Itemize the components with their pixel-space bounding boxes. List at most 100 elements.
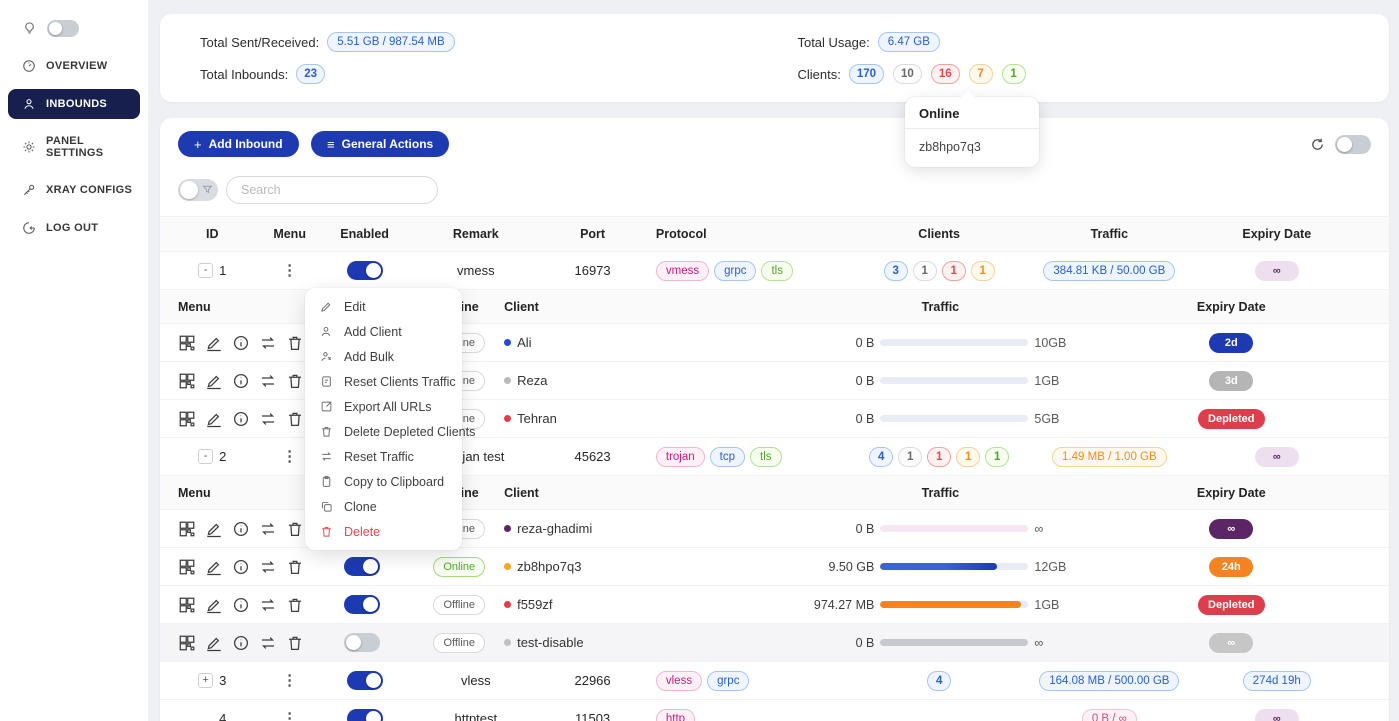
menu-item-export-all-urls[interactable]: Export All URLs xyxy=(305,394,462,419)
client-count-badge: 1 xyxy=(913,261,937,281)
client-row: Offline test-disable 0 B∞ ∞ xyxy=(160,624,1389,662)
edit-client-icon[interactable] xyxy=(205,334,223,352)
client-count-badge: 1 xyxy=(898,447,922,467)
clients-label: Clients: xyxy=(797,67,840,82)
delete-client-icon[interactable] xyxy=(286,520,304,538)
clients-deactive-badge[interactable]: 10 xyxy=(893,64,922,84)
qrcode-icon[interactable] xyxy=(178,634,196,652)
menu-item-add-bulk[interactable]: Add Bulk xyxy=(305,344,462,369)
reset-client-traffic-icon[interactable] xyxy=(259,410,277,428)
client-enabled-toggle[interactable] xyxy=(344,557,380,576)
delete-client-icon[interactable] xyxy=(286,334,304,352)
person-bulk-icon xyxy=(320,350,333,363)
delete-client-icon[interactable] xyxy=(286,372,304,390)
row-menu-button[interactable]: ⋮ xyxy=(282,449,297,464)
col-expiry: Expiry Date xyxy=(1205,227,1389,241)
info-icon[interactable] xyxy=(232,596,250,614)
general-actions-button[interactable]: ≡ General Actions xyxy=(311,131,449,157)
sidebar-item-panel-settings[interactable]: PANEL SETTINGS xyxy=(8,127,140,167)
qrcode-icon[interactable] xyxy=(178,558,196,576)
sidebar-item-xray-configs[interactable]: XRAY CONFIGS xyxy=(8,175,140,205)
row-menu-button[interactable]: ⋮ xyxy=(282,263,297,278)
qrcode-icon[interactable] xyxy=(178,410,196,428)
edit-client-icon[interactable] xyxy=(205,634,223,652)
edit-client-icon[interactable] xyxy=(205,558,223,576)
menu-item-delete-depleted-clients[interactable]: Delete Depleted Clients xyxy=(305,419,462,444)
col-remark: Remark xyxy=(414,227,537,241)
delete-client-icon[interactable] xyxy=(286,596,304,614)
clients-depleted-badge[interactable]: 16 xyxy=(931,64,960,84)
clients-expiring-badge[interactable]: 7 xyxy=(969,64,993,84)
edit-client-icon[interactable] xyxy=(205,372,223,390)
menu-item-edit[interactable]: Edit xyxy=(305,294,462,319)
info-icon[interactable] xyxy=(232,410,250,428)
client-dot xyxy=(504,563,511,570)
clients-total-badge[interactable]: 170 xyxy=(849,64,884,84)
client-dot xyxy=(504,601,511,608)
collapse-button[interactable]: - xyxy=(198,449,213,464)
online-popover: Online zb8hpo7q3 xyxy=(905,97,1039,167)
reset-client-traffic-icon[interactable] xyxy=(259,558,277,576)
reset-client-traffic-icon[interactable] xyxy=(259,596,277,614)
traffic-total: 10GB xyxy=(1034,336,1090,350)
client-dot xyxy=(504,415,511,422)
menu-item-delete[interactable]: Delete xyxy=(305,519,462,544)
menu-item-reset-traffic[interactable]: Reset Traffic xyxy=(305,444,462,469)
clients-online-badge[interactable]: 1 xyxy=(1002,64,1026,84)
delete-client-icon[interactable] xyxy=(286,410,304,428)
inbound-enabled-toggle[interactable] xyxy=(347,261,383,280)
expand-button[interactable]: + xyxy=(198,673,213,688)
client-count-badge: 1 xyxy=(942,261,966,281)
person-add-icon xyxy=(320,325,333,338)
row-menu-button[interactable]: ⋮ xyxy=(282,673,297,688)
qrcode-icon[interactable] xyxy=(178,596,196,614)
sidebar-item-overview[interactable]: OVERVIEW xyxy=(8,51,140,81)
delete-client-icon[interactable] xyxy=(286,634,304,652)
col-traffic: Traffic xyxy=(1014,227,1204,241)
menu-item-clone[interactable]: Clone xyxy=(305,494,462,519)
reset-client-traffic-icon[interactable] xyxy=(259,334,277,352)
hamburger-icon: ≡ xyxy=(327,137,335,152)
inbound-enabled-toggle[interactable] xyxy=(347,709,383,721)
expiry-badge: Depleted xyxy=(1198,595,1264,615)
sidebar-item-logout[interactable]: LOG OUT xyxy=(8,213,140,243)
gauge-icon xyxy=(22,59,36,73)
collapse-button[interactable]: - xyxy=(198,263,213,278)
client-enabled-toggle[interactable] xyxy=(344,633,380,652)
sidebar: OVERVIEW INBOUNDS PANEL SETTINGS XRAY CO… xyxy=(0,0,148,721)
refresh-icon[interactable] xyxy=(1310,137,1325,152)
info-icon[interactable] xyxy=(232,334,250,352)
client-enabled-toggle[interactable] xyxy=(344,595,380,614)
delete-client-icon[interactable] xyxy=(286,558,304,576)
info-icon[interactable] xyxy=(232,634,250,652)
file-reset-icon xyxy=(320,375,333,388)
edit-client-icon[interactable] xyxy=(205,520,223,538)
client-row: Online zb8hpo7q3 9.50 GB12GB 24h xyxy=(160,548,1389,586)
reset-client-traffic-icon[interactable] xyxy=(259,634,277,652)
filter-toggle[interactable] xyxy=(178,179,218,201)
reset-client-traffic-icon[interactable] xyxy=(259,520,277,538)
edit-client-icon[interactable] xyxy=(205,596,223,614)
qrcode-icon[interactable] xyxy=(178,372,196,390)
traffic-total: ∞ xyxy=(1034,522,1090,536)
theme-toggle[interactable] xyxy=(47,20,79,37)
qrcode-icon[interactable] xyxy=(178,334,196,352)
menu-item-add-client[interactable]: Add Client xyxy=(305,319,462,344)
sidebar-item-inbounds[interactable]: INBOUNDS xyxy=(8,89,140,119)
qrcode-icon[interactable] xyxy=(178,520,196,538)
menu-item-copy-to-clipboard[interactable]: Copy to Clipboard xyxy=(305,469,462,494)
inbound-enabled-toggle[interactable] xyxy=(347,671,383,690)
add-inbound-button[interactable]: + Add Inbound xyxy=(178,131,299,157)
auto-refresh-toggle[interactable] xyxy=(1335,135,1371,154)
info-icon[interactable] xyxy=(232,520,250,538)
search-input[interactable] xyxy=(226,176,438,204)
edit-client-icon[interactable] xyxy=(205,410,223,428)
expiry-badge: ∞ xyxy=(1209,519,1253,539)
menu-item-reset-clients-traffic[interactable]: Reset Clients Traffic xyxy=(305,369,462,394)
protocol-badge: grpc xyxy=(707,671,749,691)
info-icon[interactable] xyxy=(232,372,250,390)
info-icon[interactable] xyxy=(232,558,250,576)
expiry-badge: ∞ xyxy=(1255,709,1299,721)
row-menu-button[interactable]: ⋮ xyxy=(282,711,297,721)
reset-client-traffic-icon[interactable] xyxy=(259,372,277,390)
